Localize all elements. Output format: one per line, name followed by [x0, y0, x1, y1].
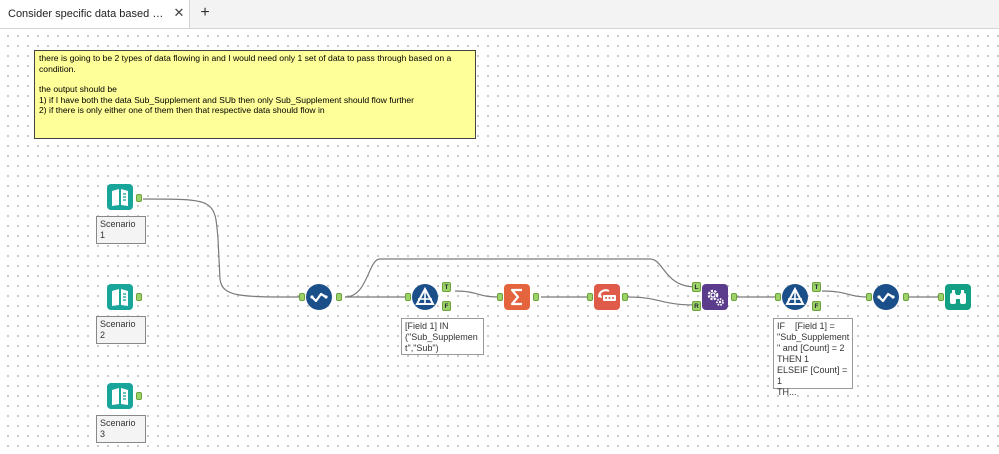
input-anchor[interactable]	[866, 293, 872, 301]
close-icon[interactable]: ✕	[172, 6, 186, 20]
wire-filter-summarize	[454, 290, 499, 298]
multi-row-formula-icon	[598, 289, 616, 301]
output-anchor[interactable]	[622, 293, 628, 301]
input-data-tool-1[interactable]	[107, 184, 133, 210]
wire-input1-union	[142, 198, 301, 298]
input-data-tool-3[interactable]	[107, 383, 133, 409]
input-label-1: Scenario 1	[96, 216, 146, 244]
input-anchor[interactable]	[497, 293, 503, 301]
gear-icon	[707, 289, 724, 306]
binoculars-icon	[950, 290, 966, 304]
multi-row-formula-tool[interactable]	[594, 284, 620, 310]
input-label-3: Scenario 3	[96, 415, 146, 443]
union-tool-1[interactable]	[306, 284, 332, 310]
comment-box[interactable]: there is going to be 2 types of data flo…	[34, 50, 476, 139]
book-icon	[112, 388, 128, 405]
false-anchor[interactable]: F	[442, 301, 451, 311]
sigma-icon	[510, 288, 522, 306]
comment-line-1: there is going to be 2 types of data flo…	[39, 53, 452, 74]
wire-multirow-join-right	[627, 296, 697, 306]
input-label-2: Scenario 2	[96, 316, 146, 344]
input-anchor[interactable]	[938, 293, 944, 301]
book-icon	[112, 189, 128, 206]
filter-tool-1[interactable]	[412, 284, 438, 310]
join-macro-tool[interactable]	[702, 284, 728, 310]
wire-filter2-union2	[821, 290, 869, 298]
add-tab-button[interactable]: +	[196, 4, 214, 22]
output-anchor[interactable]	[136, 293, 142, 301]
input-anchor[interactable]	[587, 293, 593, 301]
union-tool-2[interactable]	[873, 284, 899, 310]
filter-tool-2[interactable]	[782, 284, 808, 310]
filter-icon	[415, 286, 435, 305]
input-anchor[interactable]	[299, 293, 305, 301]
input-anchor[interactable]	[405, 293, 411, 301]
input-anchor[interactable]	[775, 293, 781, 301]
comment-line-3: 1) if I have both the data Sub_Supplemen…	[39, 94, 415, 105]
comment-line-4: 2) if there is only either one of them t…	[39, 105, 325, 116]
true-anchor[interactable]: T	[442, 282, 451, 292]
workflow-canvas[interactable]: there is going to be 2 types of data flo…	[0, 29, 999, 454]
left-input-anchor[interactable]: L	[692, 282, 701, 292]
filter-annotation-1: [Field 1] IN ("Sub_Supplemen t","Sub")	[401, 318, 484, 355]
union-icon	[877, 292, 895, 303]
summarize-tool[interactable]	[504, 284, 530, 310]
tab-title: Consider specific data based on the sin.…	[8, 8, 166, 20]
output-anchor[interactable]	[336, 293, 342, 301]
output-anchor[interactable]	[903, 293, 909, 301]
comment-spacer	[39, 74, 471, 84]
union-icon	[310, 292, 328, 303]
tab-workflow[interactable]: Consider specific data based on the sin.…	[0, 0, 190, 28]
output-anchor[interactable]	[731, 293, 737, 301]
input-data-tool-2[interactable]	[107, 284, 133, 310]
book-icon	[112, 289, 128, 306]
output-anchor[interactable]	[533, 293, 539, 301]
false-anchor[interactable]: F	[812, 301, 821, 311]
right-input-anchor[interactable]: R	[692, 301, 701, 311]
output-anchor[interactable]	[136, 194, 142, 202]
tab-bar: Consider specific data based on the sin.…	[0, 0, 999, 29]
filter-icon	[785, 286, 805, 305]
comment-line-2: the output should be	[39, 84, 117, 95]
output-anchor[interactable]	[136, 392, 142, 400]
filter-annotation-2: IF [Field 1] = "Sub_Supplement " and [Co…	[773, 318, 853, 397]
browse-tool[interactable]	[945, 284, 971, 310]
true-anchor[interactable]: T	[812, 282, 821, 292]
